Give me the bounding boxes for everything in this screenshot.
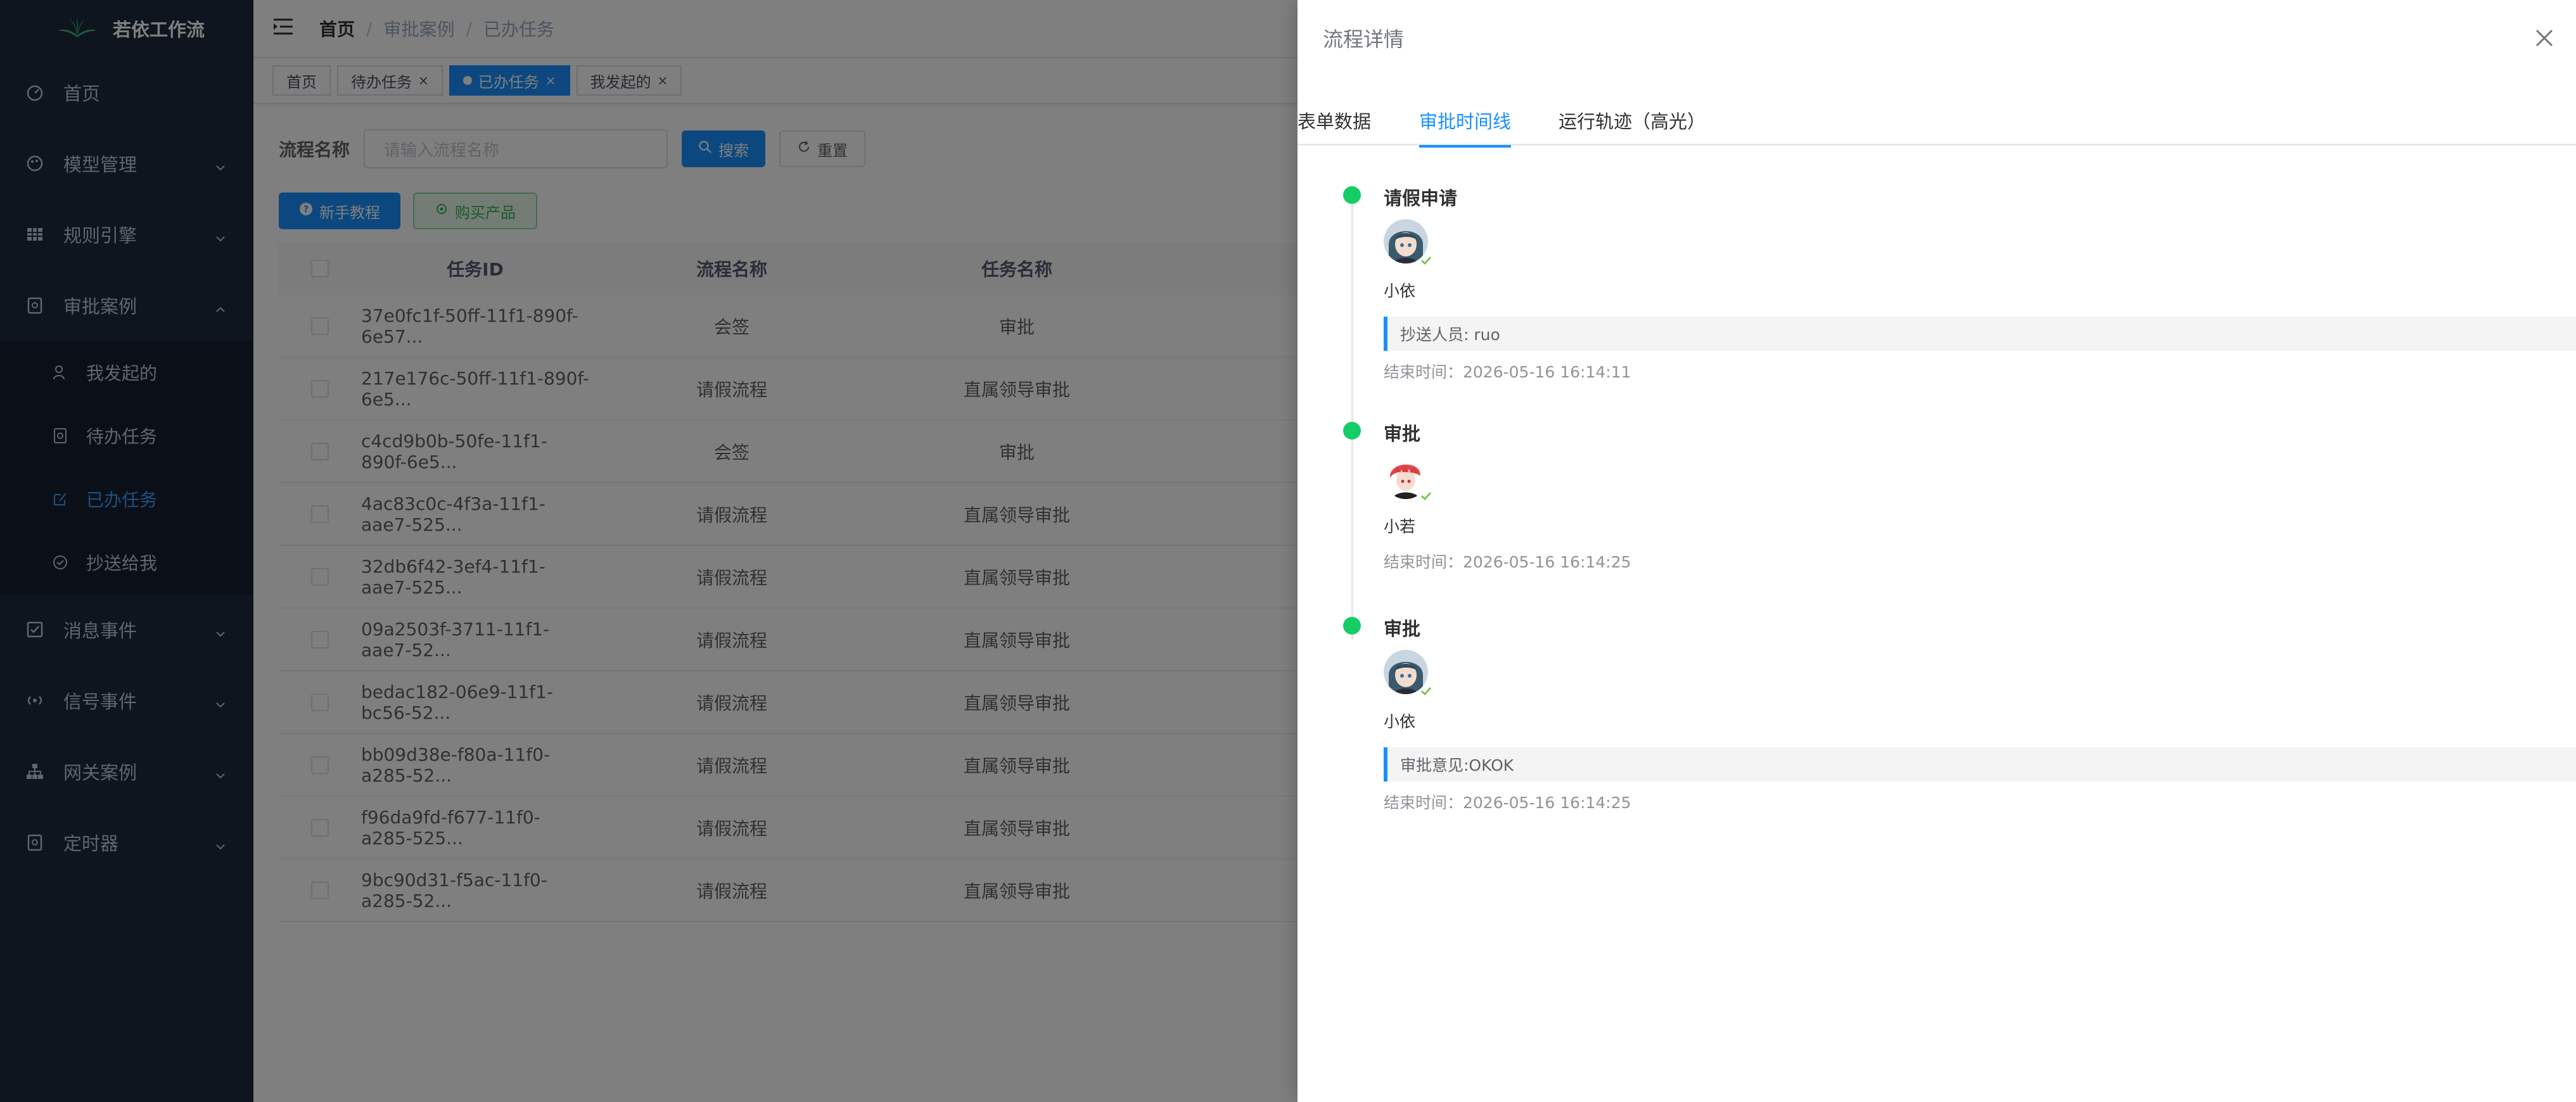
tab-approval-timeline[interactable]: 审批时间线: [1419, 95, 1512, 148]
timeline-time: 结束时间：2026-05-16 16:14:11: [1384, 363, 1631, 381]
process-detail-drawer: 流程详情 表单数据 审批时间线 运行轨迹（高光） 请假申请 小依 抄送人员: r…: [1298, 0, 2576, 1102]
timeline-dot: [1343, 186, 1361, 204]
check-icon: [1419, 251, 1433, 265]
timeline-dot: [1343, 617, 1361, 635]
tab-form-data[interactable]: 表单数据: [1298, 95, 1371, 146]
timeline-dot: [1343, 422, 1361, 440]
check-icon: [1419, 486, 1433, 500]
timeline-time: 结束时间：2026-05-16 16:14:25: [1384, 553, 1631, 571]
timeline-time: 结束时间：2026-05-16 16:14:25: [1384, 794, 1631, 812]
drawer-tabs: 表单数据 审批时间线 运行轨迹（高光）: [1298, 95, 2576, 148]
drawer-title: 流程详情: [1323, 27, 1405, 51]
tab-run-trace[interactable]: 运行轨迹（高光）: [1559, 95, 1706, 146]
timeline-title: 审批: [1384, 618, 1421, 640]
timeline-title: 审批: [1384, 423, 1421, 445]
timeline-note: 抄送人员: ruo: [1384, 317, 2576, 351]
timeline-user: 小依: [1384, 712, 1416, 731]
timeline-user: 小若: [1384, 517, 1416, 536]
timeline-title: 请假申请: [1384, 187, 1458, 209]
check-icon: [1419, 681, 1433, 695]
timeline-user: 小依: [1384, 282, 1416, 300]
close-icon[interactable]: [2533, 27, 2556, 49]
timeline-note: 审批意见:OKOK: [1384, 747, 2576, 782]
drawer-header: 流程详情: [1298, 0, 2576, 76]
timeline-line: [1351, 196, 1353, 640]
